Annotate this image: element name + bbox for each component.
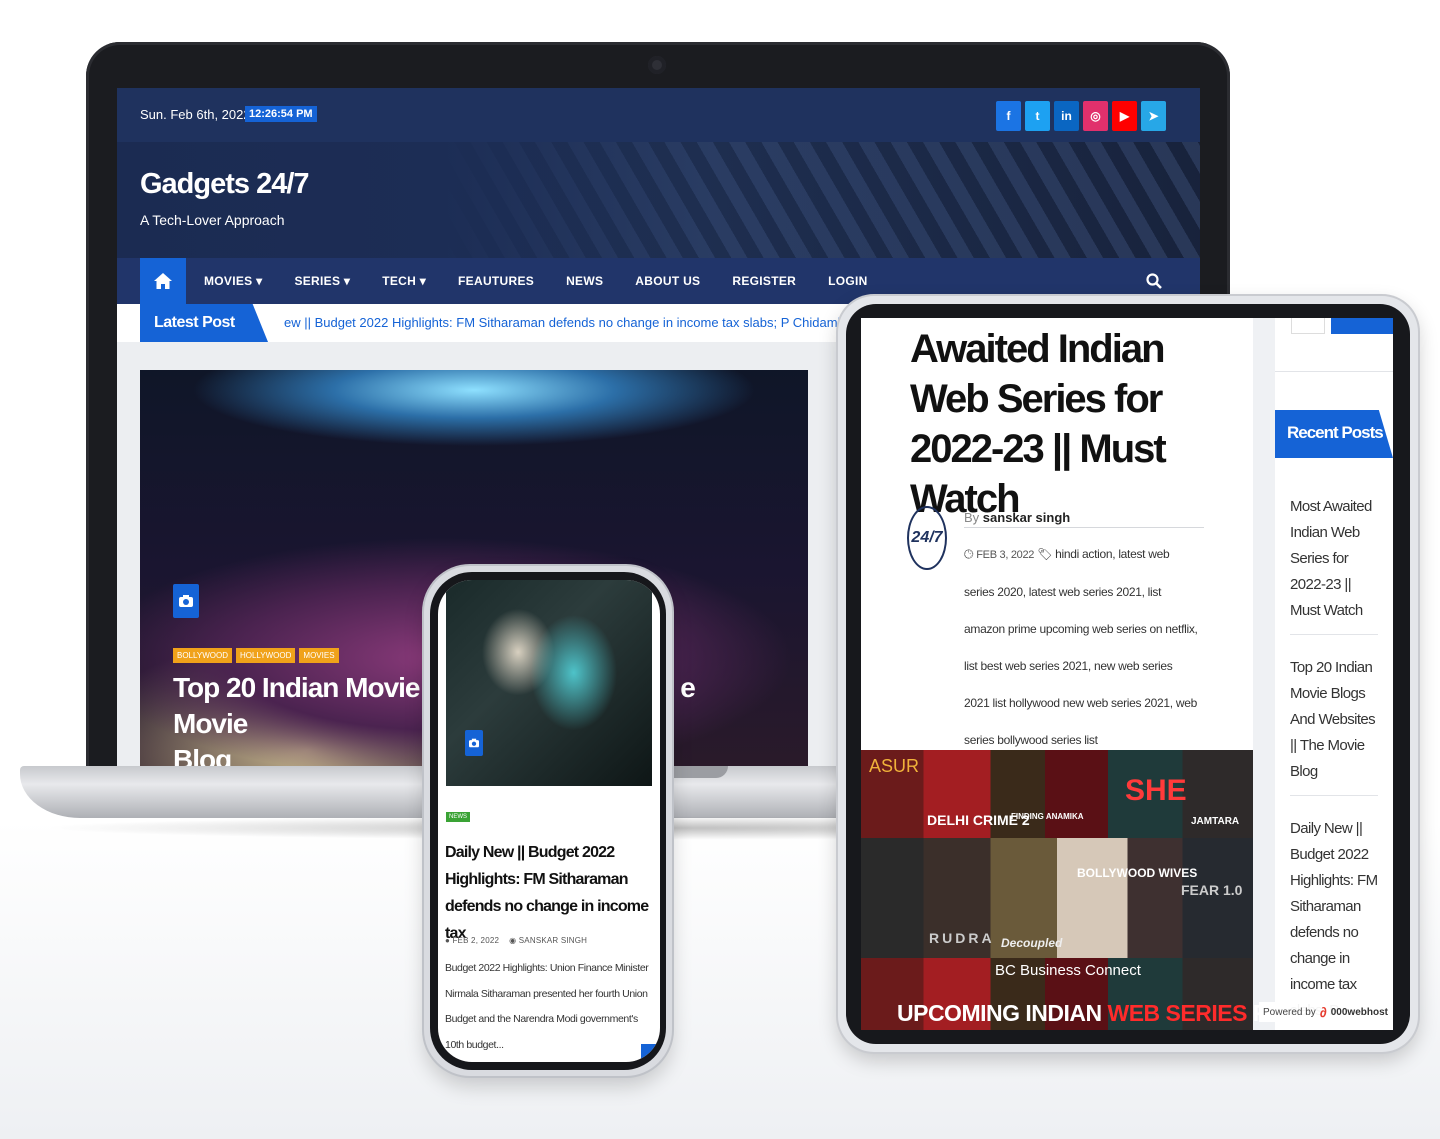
image-caption: UPCOMING INDIAN WEB SERIES FOR bbox=[897, 1000, 1300, 1027]
social-icons: f t in ◎ ▶ ➤ bbox=[996, 101, 1166, 131]
camera-icon bbox=[469, 738, 479, 748]
latest-post-label: Latest Post bbox=[140, 304, 268, 342]
poster-rudra: RUDRA bbox=[929, 930, 995, 946]
poster-bollywood-wives: BOLLYWOOD WIVES bbox=[1077, 866, 1198, 880]
home-button[interactable] bbox=[140, 258, 186, 304]
nav-item[interactable]: FEAUTURES bbox=[458, 274, 534, 288]
caption-white: UPCOMING INDIAN bbox=[897, 1000, 1108, 1026]
article-meta: 🕒︎ FEB 3, 2022 🏷︎ hindi action, latest w… bbox=[964, 536, 1200, 759]
nav-item[interactable]: REGISTER bbox=[732, 274, 796, 288]
hero-title-left: Top 20 Indian Movie Bl bbox=[173, 672, 453, 703]
tag-icon: 🏷︎ bbox=[1037, 547, 1053, 561]
byline: By sanskar singh bbox=[964, 510, 1070, 525]
powered-by-brand: 000webhost bbox=[1330, 1006, 1388, 1018]
scroll-top-button[interactable] bbox=[641, 1044, 660, 1062]
facebook-icon[interactable]: f bbox=[996, 101, 1021, 131]
tablet-screen: Awaited Indian Web Series for 2022-23 ||… bbox=[861, 318, 1393, 1030]
instagram-icon[interactable]: ◎ bbox=[1083, 101, 1108, 131]
business-connect-logo: BC Business Connect bbox=[995, 962, 1141, 979]
hero-title-line2: Blog bbox=[173, 744, 232, 766]
nav-item[interactable]: NEWS bbox=[566, 274, 603, 288]
sidebar-search-button[interactable] bbox=[1331, 318, 1393, 334]
article-date: FEB 3, 2022 bbox=[976, 549, 1035, 561]
nav-item[interactable]: ABOUT US bbox=[635, 274, 700, 288]
article-title: Awaited Indian Web Series for 2022-23 ||… bbox=[910, 327, 1167, 521]
sidebar-search-input[interactable] bbox=[1291, 318, 1325, 334]
twitter-icon[interactable]: t bbox=[1025, 101, 1050, 131]
author-avatar: 24/7 bbox=[907, 506, 947, 570]
nav-item[interactable]: MOVIES ▾ bbox=[204, 274, 262, 288]
nav-item[interactable]: LOGIN bbox=[828, 274, 868, 288]
caption-red: WEB SERIES bbox=[1107, 1000, 1248, 1026]
top-date: Sun. Feb 6th, 2022 bbox=[140, 107, 251, 122]
user-icon: ◉ bbox=[509, 936, 519, 945]
phone-post-image[interactable] bbox=[446, 580, 652, 786]
byline-divider bbox=[964, 527, 1204, 528]
article-image: ASUR DELHI CRIME 2 FINDING ANAMIKA SHE J… bbox=[861, 750, 1300, 1030]
phone-post-title[interactable]: Daily New || Budget 2022 Highlights: FM … bbox=[445, 839, 655, 947]
phone-post-date: FEB 2, 2022 bbox=[452, 936, 500, 945]
phone-post-meta: ● FEB 2, 2022 ◉ SANSKAR SINGH bbox=[445, 936, 587, 945]
clock-icon: 🕒︎ bbox=[964, 547, 974, 561]
top-bar: Sun. Feb 6th, 2022 12:26:54 PM f t in ◎ ▶ ➤ bbox=[117, 88, 1200, 142]
poster-she: SHE bbox=[1125, 774, 1187, 807]
recent-posts-heading: Recent Posts bbox=[1275, 410, 1393, 458]
site-tagline: A Tech-Lover Approach bbox=[140, 212, 285, 228]
recent-post-link[interactable]: Daily New || Budget 2022 Highlights: FM … bbox=[1290, 816, 1378, 1030]
hero-tags: BOLLYWOOD HOLLYWOOD MOVIES bbox=[173, 648, 339, 663]
by-label: By bbox=[964, 510, 980, 525]
phone-author-wrap: ◉ SANSKAR SINGH bbox=[509, 936, 587, 945]
linkedin-icon[interactable]: in bbox=[1054, 101, 1079, 131]
nav-item[interactable]: SERIES ▾ bbox=[294, 274, 350, 288]
laptop-camera bbox=[648, 56, 666, 74]
home-icon bbox=[154, 273, 172, 289]
recent-posts-list: Most Awaited Indian Web Series for 2022-… bbox=[1290, 494, 1378, 1030]
recent-post-link[interactable]: Top 20 Indian Movie Blogs And Websites |… bbox=[1290, 655, 1378, 796]
site-header: Gadgets 24/7 A Tech-Lover Approach bbox=[117, 142, 1200, 258]
phone-post-excerpt: Budget 2022 Highlights: Union Finance Mi… bbox=[445, 962, 649, 1051]
powered-by-label: Powered by bbox=[1263, 1006, 1316, 1018]
phone-camera-button[interactable] bbox=[465, 730, 483, 756]
telegram-icon[interactable]: ➤ bbox=[1141, 101, 1166, 131]
tablet-article: Awaited Indian Web Series for 2022-23 ||… bbox=[861, 318, 1300, 1030]
phone-category-tag[interactable]: NEWS bbox=[446, 812, 470, 822]
nav-items: MOVIES ▾ SERIES ▾ TECH ▾ FEAUTURES NEWS ABOUT… bbox=[204, 258, 900, 304]
poster-decoupled: Decoupled bbox=[1001, 936, 1063, 950]
webhost-icon: ∂ bbox=[1319, 1004, 1327, 1020]
category-tag[interactable]: HOLLYWOOD bbox=[235, 648, 296, 663]
top-time: 12:26:54 PM bbox=[245, 106, 317, 122]
phone-screen: NEWS Daily New || Budget 2022 Highlights… bbox=[438, 580, 660, 1062]
poster-jamtara: JAMTARA bbox=[1191, 816, 1240, 827]
category-tag[interactable]: BOLLYWOOD bbox=[173, 648, 232, 663]
powered-by-badge[interactable]: Powered by ∂ 000webhost bbox=[1259, 1002, 1393, 1022]
youtube-icon[interactable]: ▶ bbox=[1112, 101, 1137, 131]
hero-camera-button[interactable] bbox=[173, 584, 199, 618]
camera-icon bbox=[179, 595, 193, 607]
category-tag[interactable]: MOVIES bbox=[299, 648, 339, 663]
phone-date-wrap: ● FEB 2, 2022 bbox=[445, 936, 499, 945]
site-title[interactable]: Gadgets 24/7 bbox=[140, 168, 310, 201]
article-tags[interactable]: hindi action, latest web series 2020, la… bbox=[964, 547, 1198, 747]
recent-post-link[interactable]: Most Awaited Indian Web Series for 2022-… bbox=[1290, 494, 1378, 635]
phone-post-author[interactable]: SANSKAR SINGH bbox=[519, 936, 587, 945]
ticker-text[interactable]: ew || Budget 2022 Highlights: FM Sithara… bbox=[284, 315, 844, 330]
poster-fear: FEAR 1.0 bbox=[1181, 882, 1243, 898]
author-link[interactable]: sanskar singh bbox=[983, 510, 1070, 525]
search-icon[interactable] bbox=[1145, 272, 1163, 290]
poster-finding-anamika: FINDING ANAMIKA bbox=[1011, 812, 1084, 821]
nav-item[interactable]: TECH ▾ bbox=[382, 274, 426, 288]
poster-asur: ASUR bbox=[869, 756, 920, 776]
